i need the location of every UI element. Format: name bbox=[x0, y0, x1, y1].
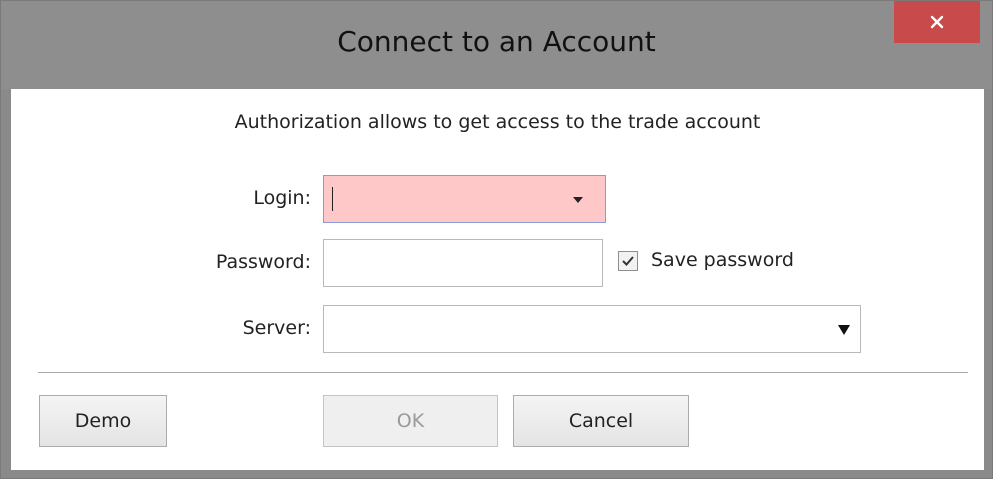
demo-button[interactable]: Demo bbox=[39, 395, 167, 447]
divider bbox=[38, 372, 968, 373]
title-bar[interactable]: Connect to an Account bbox=[1, 1, 992, 89]
chevron-down-icon[interactable] bbox=[573, 197, 583, 203]
cancel-button[interactable]: Cancel bbox=[513, 395, 689, 447]
login-label: Login: bbox=[253, 187, 311, 209]
save-password-checkbox[interactable] bbox=[618, 251, 638, 271]
dialog-title: Connect to an Account bbox=[337, 25, 656, 58]
password-label: Password: bbox=[215, 251, 311, 273]
checkmark-icon bbox=[622, 256, 634, 266]
dialog-window: Connect to an Account Authorization allo… bbox=[0, 0, 993, 479]
dialog-subtitle: Authorization allows to get access to th… bbox=[234, 111, 761, 133]
password-field[interactable] bbox=[323, 239, 603, 287]
close-button[interactable] bbox=[894, 1, 980, 43]
text-caret bbox=[332, 187, 333, 211]
dialog-body: Authorization allows to get access to th… bbox=[11, 89, 984, 470]
server-combobox[interactable] bbox=[323, 305, 861, 353]
chevron-down-icon[interactable] bbox=[838, 325, 850, 335]
login-combobox[interactable] bbox=[323, 175, 606, 223]
save-password-label[interactable]: Save password bbox=[651, 249, 794, 271]
ok-button[interactable]: OK bbox=[323, 395, 498, 447]
server-label: Server: bbox=[242, 317, 311, 339]
close-icon bbox=[930, 15, 944, 29]
